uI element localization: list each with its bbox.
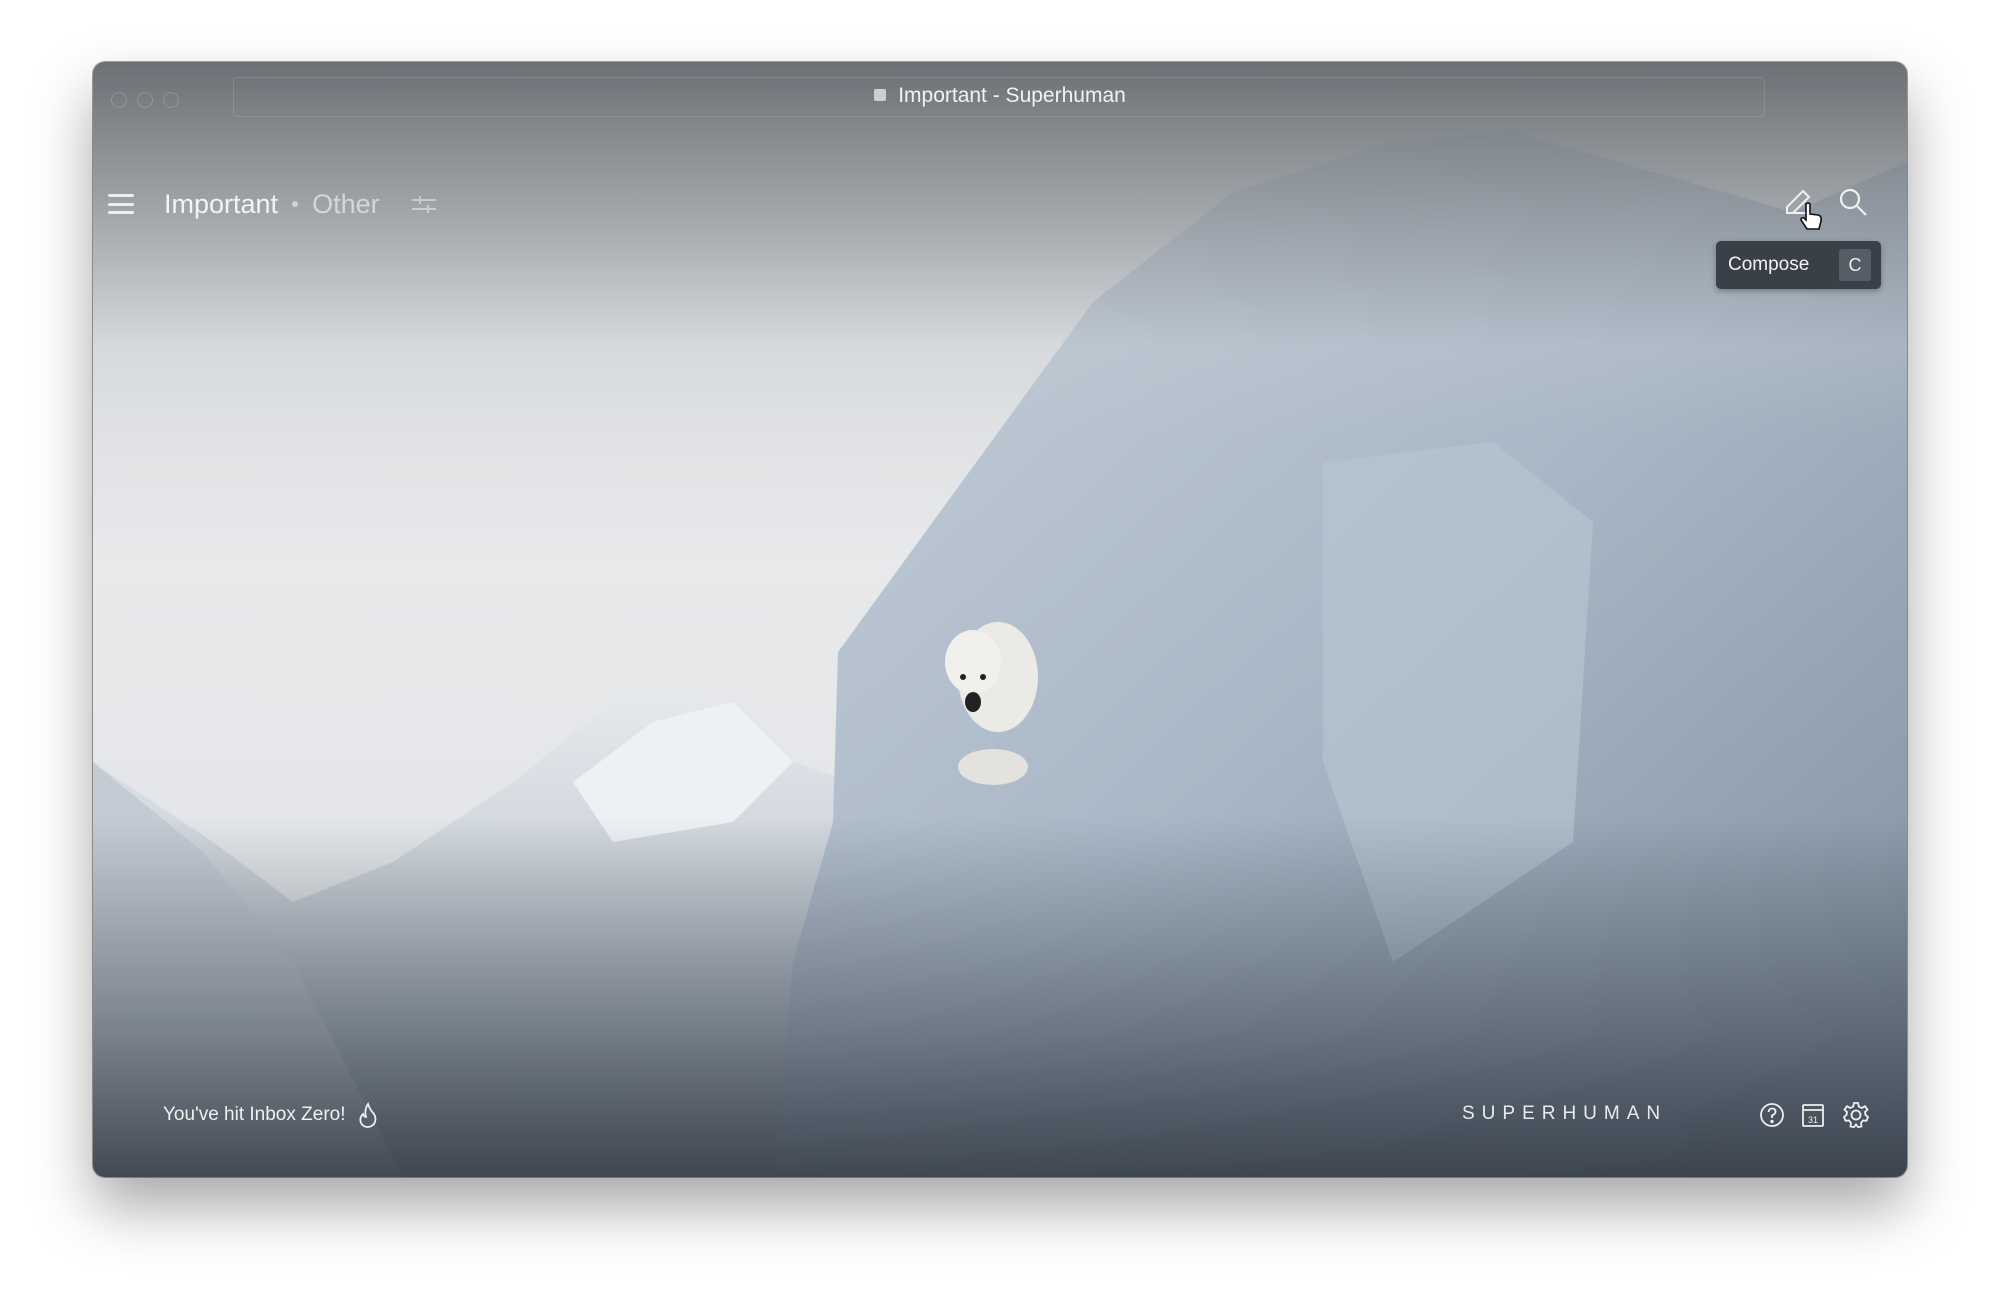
inbox-zero-message: You've hit Inbox Zero! — [163, 1102, 378, 1128]
window-title: Important - Superhuman — [93, 84, 1907, 108]
calendar-icon[interactable]: 31 — [1801, 1102, 1825, 1128]
hand-cursor-icon — [1800, 202, 1822, 230]
search-icon[interactable] — [1838, 187, 1868, 217]
app-window: Important - Superhuman Important Other C… — [93, 62, 1907, 1177]
title-bar: Important - Superhuman — [93, 62, 1907, 134]
sliders-icon[interactable] — [410, 192, 438, 216]
hamburger-icon[interactable] — [108, 194, 134, 214]
compose-tooltip: Compose C — [1716, 241, 1881, 289]
help-icon[interactable] — [1759, 1102, 1785, 1128]
tab-important[interactable]: Important — [164, 189, 278, 220]
gear-icon[interactable] — [1842, 1101, 1870, 1129]
tab-separator — [292, 201, 299, 207]
split-inbox-nav: Important Other — [108, 182, 438, 226]
shortcut-key: C — [1839, 249, 1871, 281]
flame-icon — [358, 1102, 376, 1128]
svg-text:31: 31 — [1808, 1115, 1818, 1125]
tab-other[interactable]: Other — [312, 189, 380, 220]
brand-logo: SUPERHUMAN — [1462, 1103, 1668, 1124]
favicon-icon — [874, 89, 887, 101]
